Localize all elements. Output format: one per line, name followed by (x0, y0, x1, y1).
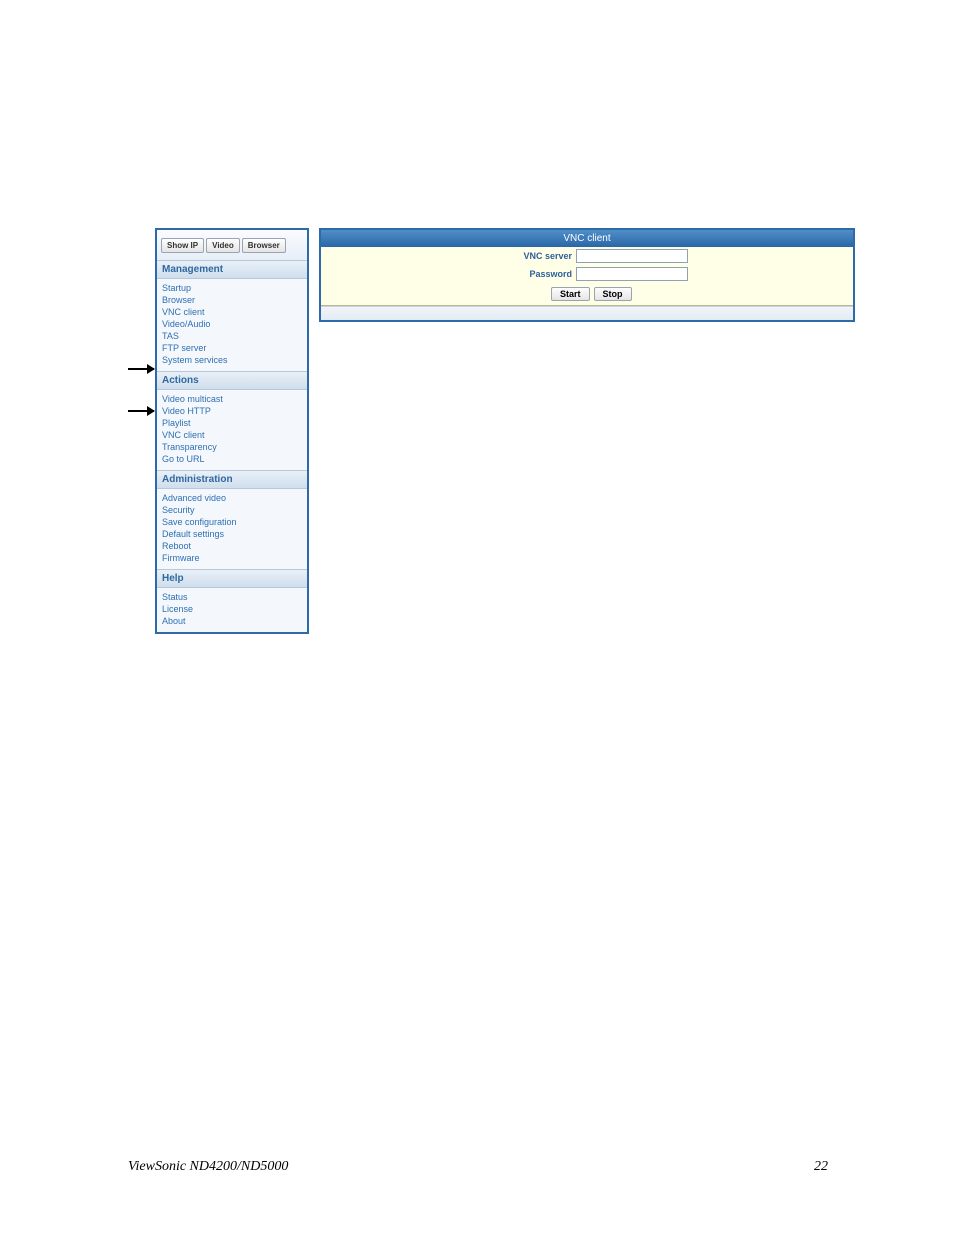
nav-advanced-video[interactable]: Advanced video (162, 492, 302, 504)
nav-tas[interactable]: TAS (162, 330, 302, 342)
main-panel: VNC client VNC server Password Start Sto… (319, 228, 855, 322)
start-button[interactable]: Start (551, 287, 590, 301)
label-vnc-server: VNC server (321, 251, 576, 261)
section-header-administration: Administration (157, 470, 307, 489)
document-page: Show IP Video Browser Management Startup… (0, 0, 954, 1235)
footer-page-number: 22 (814, 1159, 828, 1175)
nav-status[interactable]: Status (162, 591, 302, 603)
nav-default-settings[interactable]: Default settings (162, 528, 302, 540)
nav-video-multicast[interactable]: Video multicast (162, 393, 302, 405)
actions-links: Video multicast Video HTTP Playlist VNC … (157, 390, 307, 470)
label-password: Password (321, 269, 576, 279)
stop-button[interactable]: Stop (594, 287, 632, 301)
footer-product: ViewSonic ND4200/ND5000 (128, 1159, 288, 1175)
nav-ftp-server[interactable]: FTP server (162, 342, 302, 354)
arrow-to-vnc-client (128, 410, 154, 412)
admin-links: Advanced video Security Save configurati… (157, 489, 307, 569)
sidebar: Show IP Video Browser Management Startup… (155, 228, 309, 634)
nav-transparency[interactable]: Transparency (162, 441, 302, 453)
nav-security[interactable]: Security (162, 504, 302, 516)
nav-vnc-client-mgmt[interactable]: VNC client (162, 306, 302, 318)
nav-playlist[interactable]: Playlist (162, 417, 302, 429)
nav-license[interactable]: License (162, 603, 302, 615)
status-bar (321, 306, 853, 320)
nav-go-to-url[interactable]: Go to URL (162, 453, 302, 465)
tab-video[interactable]: Video (206, 238, 240, 253)
row-password: Password (321, 265, 853, 283)
page-footer: ViewSonic ND4200/ND5000 22 (128, 1159, 828, 1175)
sidebar-top-tabs: Show IP Video Browser (157, 230, 307, 260)
nav-startup[interactable]: Startup (162, 282, 302, 294)
section-header-actions: Actions (157, 371, 307, 390)
nav-video-http[interactable]: Video HTTP (162, 405, 302, 417)
panel-title: VNC client (321, 230, 853, 247)
tab-show-ip[interactable]: Show IP (161, 238, 204, 253)
nav-system-services[interactable]: System services (162, 354, 302, 366)
nav-firmware[interactable]: Firmware (162, 552, 302, 564)
input-vnc-server[interactable] (576, 249, 688, 263)
admin-ui-screenshot: Show IP Video Browser Management Startup… (155, 228, 855, 558)
nav-video-audio[interactable]: Video/Audio (162, 318, 302, 330)
management-links: Startup Browser VNC client Video/Audio T… (157, 279, 307, 371)
section-header-help: Help (157, 569, 307, 588)
nav-reboot[interactable]: Reboot (162, 540, 302, 552)
button-row: Start Stop (321, 283, 853, 305)
section-header-management: Management (157, 260, 307, 279)
nav-vnc-client-action[interactable]: VNC client (162, 429, 302, 441)
input-password[interactable] (576, 267, 688, 281)
nav-browser[interactable]: Browser (162, 294, 302, 306)
nav-about[interactable]: About (162, 615, 302, 627)
arrow-to-actions (128, 368, 154, 370)
row-vnc-server: VNC server (321, 247, 853, 265)
help-links: Status License About (157, 588, 307, 632)
form-area: VNC server Password Start Stop (321, 247, 853, 306)
tab-browser[interactable]: Browser (242, 238, 286, 253)
nav-save-configuration[interactable]: Save configuration (162, 516, 302, 528)
